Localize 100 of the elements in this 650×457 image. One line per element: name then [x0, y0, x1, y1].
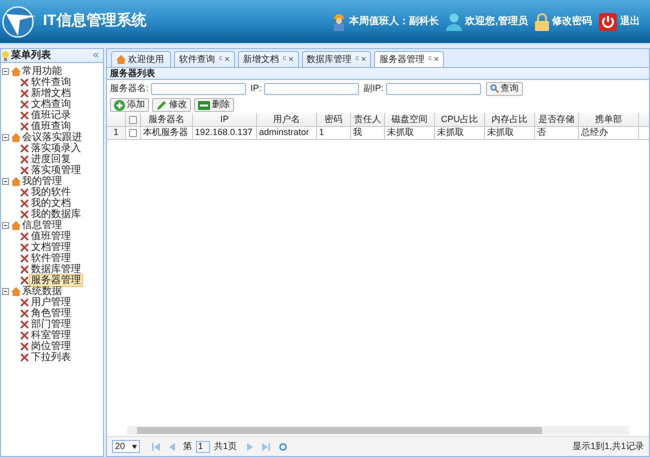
- menu-item[interactable]: 我的数据库: [29, 208, 83, 221]
- menu-item[interactable]: 部门管理: [29, 318, 73, 331]
- select-all-checkbox[interactable]: [129, 116, 137, 124]
- next-page-icon[interactable]: [247, 442, 254, 450]
- menu-item[interactable]: 落实项管理: [29, 164, 83, 177]
- minus-box-icon[interactable]: [2, 288, 9, 295]
- tool-icon: [20, 298, 29, 307]
- menu-item[interactable]: 软件查询: [29, 76, 73, 89]
- close-icon[interactable]: ×: [288, 52, 294, 66]
- column-header[interactable]: 磁盘空间: [385, 113, 435, 126]
- close-icon[interactable]: ×: [361, 52, 366, 66]
- search-button[interactable]: 查询: [486, 82, 523, 96]
- column-header[interactable]: 内存占比: [485, 113, 535, 126]
- worker-icon: [332, 12, 346, 30]
- table-cell: 总经办: [579, 127, 639, 139]
- lightbulb-icon: [2, 50, 9, 60]
- menu-group[interactable]: 系统数据: [22, 286, 62, 297]
- tab[interactable]: 欢迎使用: [111, 51, 171, 67]
- close-icon[interactable]: ×: [224, 52, 230, 66]
- menu-item[interactable]: 科室管理: [29, 329, 73, 342]
- menu-group[interactable]: 我的管理: [22, 176, 62, 187]
- tool-icon: [20, 144, 29, 153]
- menu-item[interactable]: 软件管理: [29, 252, 73, 265]
- column-header[interactable]: 用户名: [257, 113, 317, 126]
- tool-icon: [20, 78, 29, 87]
- column-header[interactable]: 责任人: [351, 113, 385, 126]
- lock-icon: [535, 12, 549, 30]
- menu-item[interactable]: 新增文档: [29, 87, 73, 100]
- menu-item[interactable]: 文档查询: [29, 98, 73, 111]
- menu-item[interactable]: 文档管理: [29, 241, 73, 254]
- menu-item[interactable]: 下拉列表: [29, 351, 73, 364]
- menu-item[interactable]: 服务器管理: [29, 274, 83, 287]
- menu-item[interactable]: 落实项录入: [29, 142, 83, 155]
- minus-box-icon[interactable]: [2, 68, 9, 75]
- logout-link[interactable]: 退出: [620, 14, 640, 29]
- house-icon: [11, 287, 21, 296]
- column-header[interactable]: 服务器名: [141, 113, 193, 126]
- horizontal-scrollbar[interactable]: [127, 426, 629, 435]
- column-header[interactable]: 是否存储: [535, 113, 579, 126]
- toolbar-button[interactable]: 添加: [110, 98, 149, 112]
- plus-icon: [114, 100, 125, 110]
- house-icon: [11, 177, 21, 186]
- filter-field[interactable]: [264, 82, 359, 94]
- column-header[interactable]: IP: [193, 113, 257, 126]
- house-icon: [11, 67, 21, 76]
- menu-item[interactable]: 值班查询: [29, 120, 73, 133]
- menu-item[interactable]: 角色管理: [29, 307, 73, 320]
- tool-icon: [20, 309, 29, 318]
- close-icon[interactable]: ×: [434, 52, 440, 66]
- filter-field[interactable]: [386, 82, 481, 94]
- menu-group[interactable]: 常用功能: [22, 66, 62, 77]
- menu-item[interactable]: 值班管理: [29, 230, 73, 243]
- menu-group[interactable]: 会议落实跟进: [22, 132, 82, 143]
- previous-page-icon[interactable]: [169, 442, 175, 450]
- record-summary: 显示1到1,共1记录: [572, 440, 644, 453]
- house-icon: [11, 133, 21, 142]
- table-cell: 未抓取: [435, 127, 485, 139]
- page-size-select[interactable]: 20: [112, 440, 140, 453]
- panel-title: 服务器列表: [110, 66, 155, 80]
- menu-group[interactable]: 信息管理: [22, 220, 62, 231]
- table-cell: 我: [351, 127, 385, 139]
- tool-icon: [20, 331, 29, 340]
- tool-icon: [20, 276, 29, 285]
- menu-item[interactable]: 进度回复: [29, 153, 73, 166]
- menu-item[interactable]: 值班记录: [29, 109, 73, 122]
- tool-icon: [20, 243, 29, 252]
- menu-item[interactable]: 我的软件: [29, 186, 73, 199]
- minus-box-icon[interactable]: [2, 178, 9, 185]
- menu-item[interactable]: 数据库管理: [29, 263, 83, 276]
- last-page-icon[interactable]: [262, 442, 270, 450]
- tool-icon: [20, 166, 29, 175]
- table-cell: 192.168.0.137: [193, 127, 257, 139]
- row-number: 1: [107, 127, 126, 139]
- menu-item[interactable]: 我的文档: [29, 197, 73, 210]
- toolbar-button[interactable]: 修改: [152, 98, 191, 112]
- filter-field[interactable]: [150, 82, 246, 94]
- change-password-link[interactable]: 修改密码: [552, 14, 592, 29]
- minus-icon: [198, 100, 210, 110]
- minus-box-icon[interactable]: [2, 134, 9, 141]
- table-cell: 未抓取: [385, 127, 435, 139]
- tool-icon: [20, 353, 29, 362]
- menu-item[interactable]: 用户管理: [29, 296, 73, 309]
- filter-label: 服务器名:: [110, 82, 149, 95]
- row-checkbox[interactable]: [129, 129, 137, 137]
- column-header[interactable]: 携单部: [579, 113, 639, 126]
- tool-icon: [20, 89, 29, 98]
- refresh-icon[interactable]: [279, 442, 288, 450]
- page-field[interactable]: 1: [196, 440, 210, 452]
- table-cell: 本机服务器: [141, 127, 193, 139]
- first-page-icon[interactable]: [152, 442, 160, 450]
- search-icon: [490, 84, 499, 93]
- tool-icon: [20, 100, 29, 109]
- user-icon: [446, 12, 462, 30]
- filter-label: 副IP:: [364, 82, 384, 95]
- filter-label: IP:: [250, 82, 262, 95]
- menu-item[interactable]: 岗位管理: [29, 340, 73, 353]
- minus-box-icon[interactable]: [2, 222, 9, 229]
- column-header[interactable]: 密码: [317, 113, 351, 126]
- column-header[interactable]: CPU占比: [435, 113, 485, 126]
- toolbar-button[interactable]: 删除: [194, 98, 234, 112]
